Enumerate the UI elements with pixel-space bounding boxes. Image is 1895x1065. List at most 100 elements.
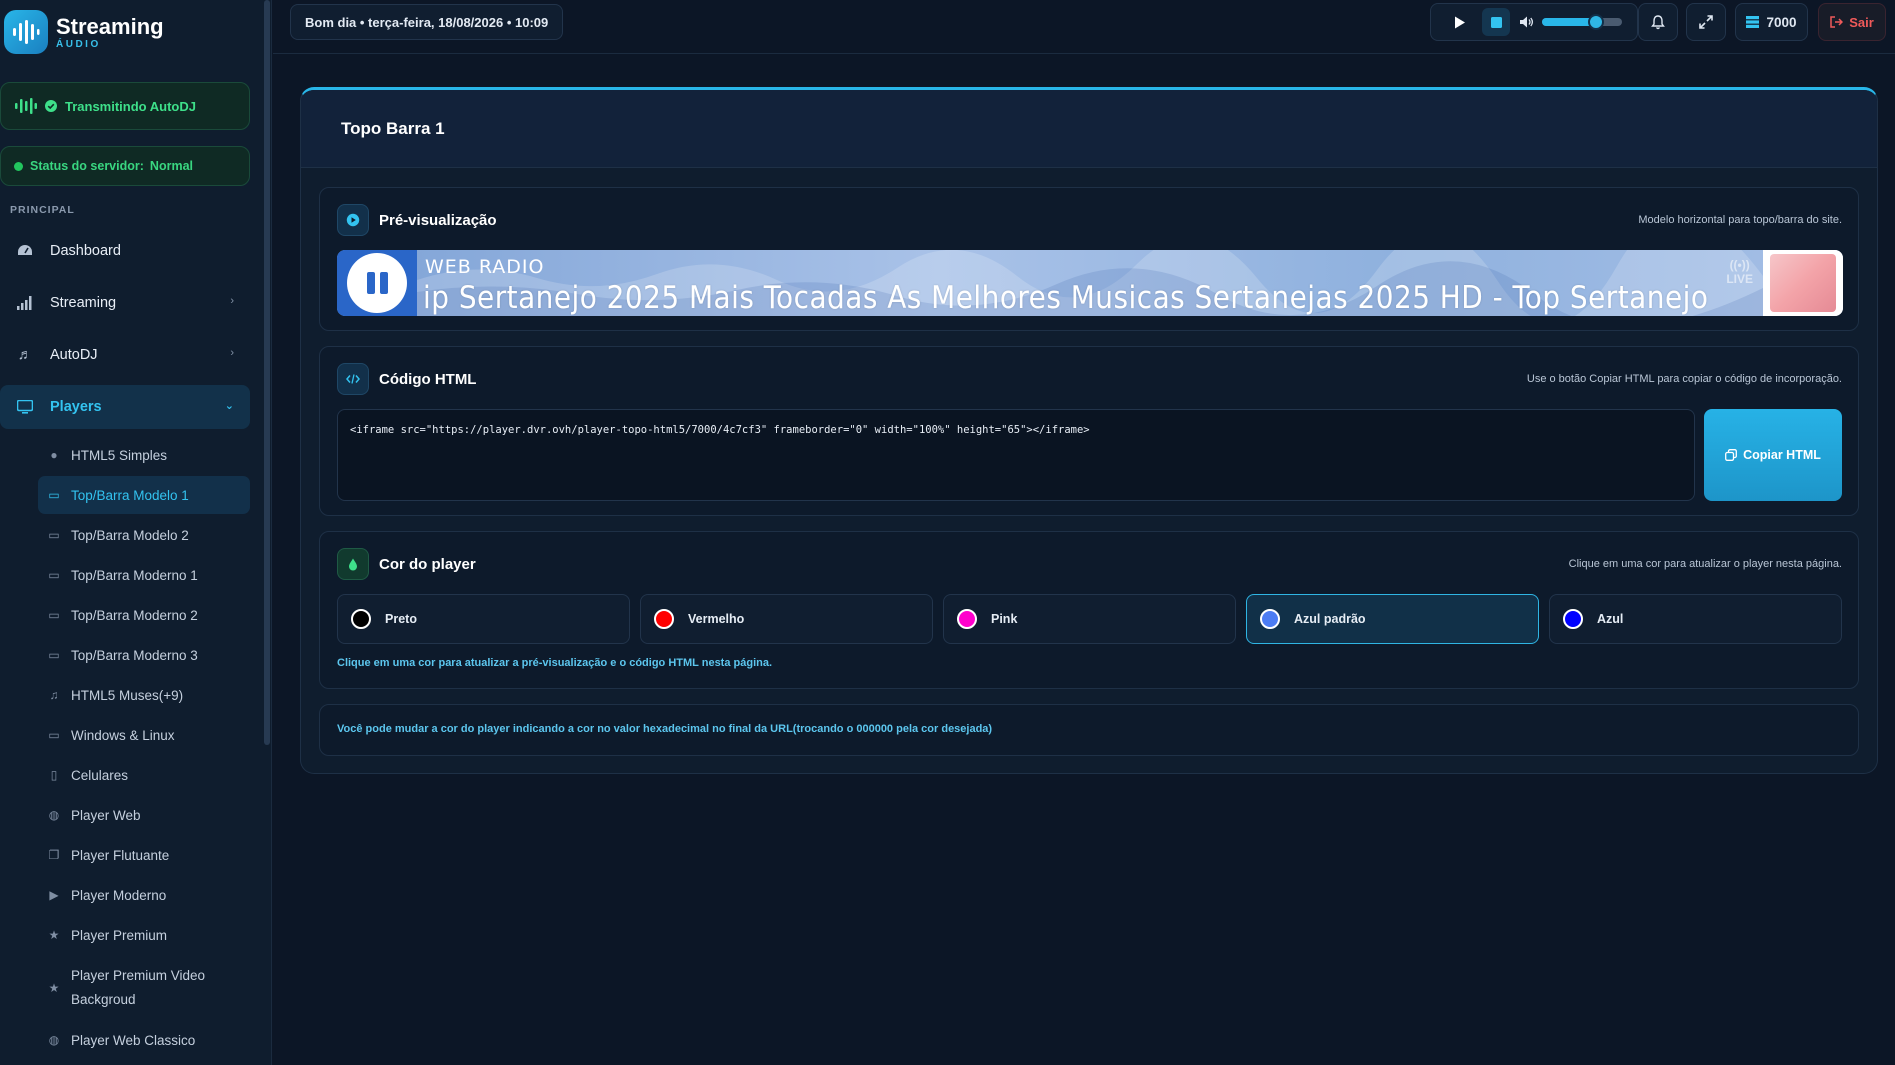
preview-hint: Modelo horizontal para topo/barra do sit… [1638,214,1842,226]
sub-player-premium[interactable]: ★ Player Premium [38,916,250,954]
server-status: Status do servidor: Normal [0,146,250,186]
fullscreen-button[interactable] [1686,3,1726,41]
sub-celulares[interactable]: ▯ Celulares [38,756,250,794]
color-swatch-ball [654,609,674,629]
sub-topbar-moderno-1[interactable]: ▭ Top/Barra Moderno 1 [38,556,250,594]
equalizer-logo-icon [4,10,48,54]
color-option-label: Azul [1597,612,1624,626]
sub-player-premium-video[interactable]: ★ Player Premium Video Backgroud [38,963,250,1013]
port-badge[interactable]: 7000 [1735,3,1808,41]
volume-icon[interactable] [1520,16,1534,28]
star-icon: ★ [48,981,60,995]
banner-now-playing: ip Sertanejo 2025 Mais Tocadas As Melhor… [423,280,1709,316]
nav-autodj[interactable]: ♬ AutoDJ › [0,333,250,377]
broadcast-icon: ((•)) [1729,258,1750,272]
copy-icon: ❐ [48,848,60,862]
nav-label: Players [50,399,102,415]
color-option-azul[interactable]: Azul [1549,594,1842,644]
stop-button[interactable] [1482,8,1510,36]
color-title: Cor do player [379,555,476,573]
sub-player-moderno[interactable]: ▶ Player Moderno [38,876,250,914]
color-option-preto[interactable]: Preto [337,594,630,644]
globe-icon: ◍ [48,1033,60,1047]
topbar: Bom dia • terça-feira, 18/08/2026 • 10:0… [273,0,1895,54]
color-option-label: Vermelho [688,612,745,626]
live-label: LIVE [1726,272,1753,286]
window-icon: ▭ [48,528,60,542]
copy-html-button[interactable]: Copiar HTML [1704,409,1842,501]
monitor-icon [14,396,36,418]
sub-item-label: Player Premium Video Backgroud [71,968,206,1007]
preview-banner-player[interactable]: WEB RADIO ip Sertanejo 2025 Mais Tocadas… [337,250,1843,316]
sidebar: Streaming ÁUDIO Transmitindo AutoDJ Stat… [0,0,272,1065]
chevron-right-icon: › [230,295,234,307]
section-label: PRINCIPAL [10,204,75,216]
color-option-azul-padrao[interactable]: Azul padrão [1246,594,1539,644]
globe-icon: ◍ [48,808,60,822]
color-footer-hint: Clique em uma cor para atualizar a pré-v… [337,657,773,669]
banner-pause-button[interactable] [337,250,417,316]
color-option-vermelho[interactable]: Vermelho [640,594,933,644]
brand[interactable]: Streaming ÁUDIO [4,8,164,56]
server-status-value: Normal [149,159,193,173]
mobile-icon: ▯ [50,768,58,782]
code-icon [337,363,369,395]
sub-player-web[interactable]: ◍ Player Web [38,796,250,834]
window-icon: ▭ [48,488,60,502]
sub-player-web-classico[interactable]: ◍ Player Web Classico [38,1021,250,1059]
card-header: Topo Barra 1 [301,90,1877,168]
hex-color-note: Você pode mudar a cor do player indicand… [337,723,993,735]
broadcast-wave-icon [15,98,37,114]
notifications-button[interactable] [1638,3,1678,41]
play-button[interactable] [1446,8,1474,36]
logout-icon [1830,16,1844,28]
sub-item-label: HTML5 Simples [71,447,168,463]
copy-icon [1725,449,1738,461]
volume-knob[interactable] [1588,14,1605,30]
copy-html-label: Copiar HTML [1743,448,1821,462]
sub-topbar-modelo-1[interactable]: ▭ Top/Barra Modelo 1 [38,476,250,514]
main-card: Topo Barra 1 Pré-visualização Modelo hor… [300,87,1878,774]
pause-icon [347,253,407,313]
nav-label: Dashboard [50,243,121,259]
check-circle-icon [45,100,57,112]
sub-html5-simples[interactable]: ● HTML5 Simples [38,436,250,474]
sub-windows-linux[interactable]: ▭ Windows & Linux [38,716,250,754]
sub-topbar-moderno-3[interactable]: ▭ Top/Barra Moderno 3 [38,636,250,674]
sidebar-scrollbar[interactable] [264,0,270,745]
sub-item-label: Player Moderno [71,887,167,903]
page-title: Topo Barra 1 [341,118,445,138]
color-swatch-ball [1260,609,1280,629]
volume-slider[interactable] [1542,14,1622,30]
port-number: 7000 [1766,14,1797,30]
sub-item-label: Windows & Linux [71,727,175,743]
brand-subtitle: ÁUDIO [56,38,101,50]
server-status-label: Status do servidor: [30,159,144,173]
nav-dashboard[interactable]: Dashboard [0,229,250,273]
embed-code-textarea[interactable]: <iframe src="https://player.dvr.ovh/play… [337,409,1695,501]
album-art [1763,250,1843,316]
sub-item-label: Celulares [71,767,129,783]
play-icon: ▶ [49,888,59,902]
greeting: Bom dia • terça-feira, 18/08/2026 • 10:0… [290,4,564,40]
sub-topbar-modelo-2[interactable]: ▭ Top/Barra Modelo 2 [38,516,250,554]
brand-title: Streaming [56,13,164,39]
note-panel: Você pode mudar a cor do player indicand… [319,704,1859,756]
signal-icon [14,292,36,314]
sub-item-label: HTML5 Muses(+9) [71,687,184,703]
star-icon: ★ [48,928,60,942]
logout-button[interactable]: Sair [1818,3,1886,41]
sub-item-label: Player Premium [71,927,168,943]
sub-topbar-moderno-2[interactable]: ▭ Top/Barra Moderno 2 [38,596,250,634]
nav-streaming[interactable]: Streaming › [0,281,250,325]
desktop-icon: ▭ [48,608,60,622]
color-hint: Clique em uma cor para atualizar o playe… [1568,558,1842,570]
color-option-pink[interactable]: Pink [943,594,1236,644]
sub-player-flutuante[interactable]: ❐ Player Flutuante [38,836,250,874]
bell-icon [1651,14,1665,30]
server-icon [1746,16,1760,28]
sub-html5-muses[interactable]: ♫ HTML5 Muses(+9) [38,676,250,714]
nav-label: AutoDJ [50,347,98,363]
color-swatch-ball [351,609,371,629]
nav-players[interactable]: Players ⌄ [0,385,250,429]
